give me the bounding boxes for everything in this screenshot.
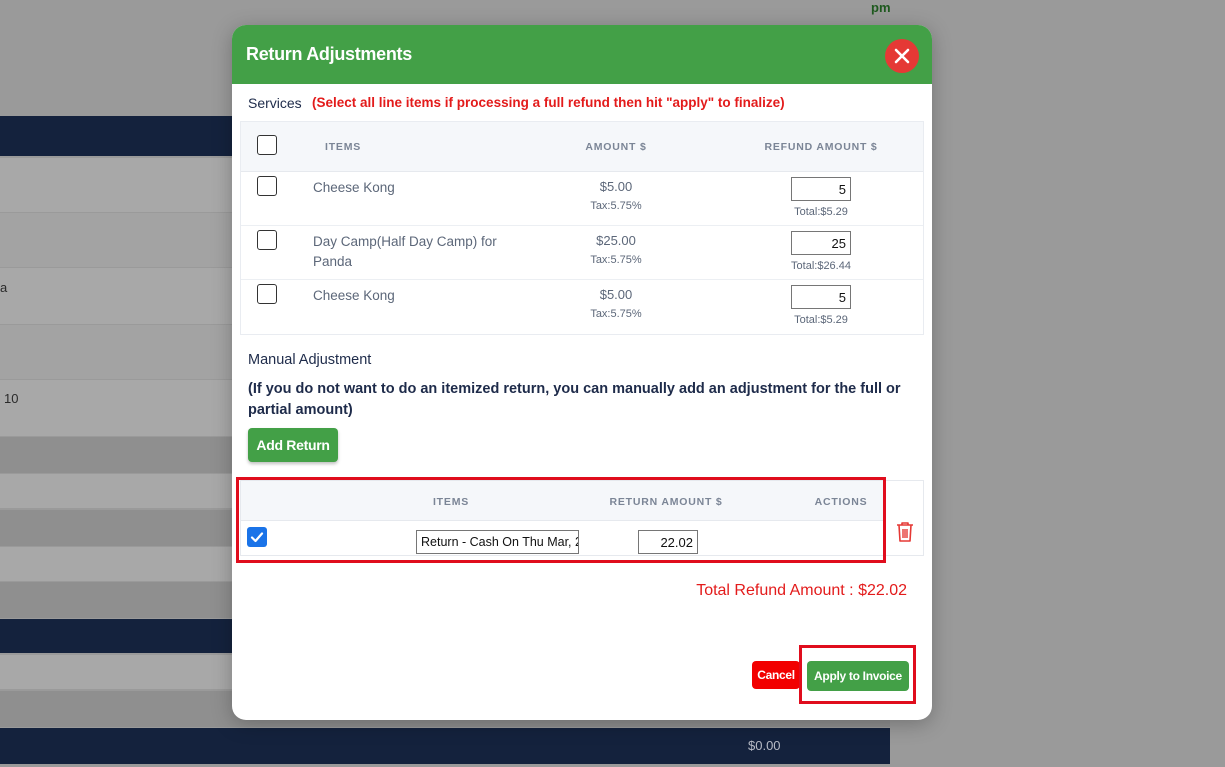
return-adjustments-modal: Return Adjustments Services (Select all … xyxy=(232,25,932,720)
item-tax: Tax:5.75% xyxy=(590,200,642,212)
manual-adjustment-title: Manual Adjustment xyxy=(248,352,372,368)
item-amount: $5.00 xyxy=(599,287,633,302)
bg-row-text: 10 xyxy=(4,391,19,406)
item-name: Cheese Kong xyxy=(313,180,395,195)
table-row: Cheese Kong $5.00 Tax:5.75% Total:$5.29 xyxy=(241,172,923,226)
item-amount: $5.00 xyxy=(599,179,633,194)
column-header-refund-amount: REFUND AMOUNT $ xyxy=(764,141,878,153)
total-refund-amount: Total Refund Amount : $22.02 xyxy=(696,582,907,599)
column-header-amount: AMOUNT $ xyxy=(585,141,647,153)
table-row: Cheese Kong $5.00 Tax:5.75% Total:$5.29 xyxy=(241,280,923,334)
item-name: Cheese Kong xyxy=(313,288,395,303)
table-row: Day Camp(Half Day Camp) for Panda $25.00… xyxy=(241,226,923,280)
refund-amount-input[interactable] xyxy=(791,231,851,255)
bg-footer-amount: $0.00 xyxy=(748,738,781,753)
row-checkbox[interactable] xyxy=(257,176,277,196)
close-icon xyxy=(894,48,910,64)
services-label: Services xyxy=(248,95,302,111)
column-header-items: ITEMS xyxy=(325,141,362,153)
bg-row-text: a xyxy=(0,280,8,295)
row-checkbox[interactable] xyxy=(257,284,277,304)
item-tax: Tax:5.75% xyxy=(590,254,642,266)
services-table-header: ITEMS AMOUNT $ REFUND AMOUNT $ xyxy=(241,122,923,172)
add-return-button[interactable]: Add Return xyxy=(248,428,338,462)
return-actions-cell xyxy=(886,480,924,556)
bg-corner-text: pm xyxy=(871,0,891,15)
refund-total: Total:$5.29 xyxy=(794,206,848,218)
modal-title: Return Adjustments xyxy=(246,44,412,64)
cancel-button[interactable]: Cancel xyxy=(752,661,800,689)
refund-amount-input[interactable] xyxy=(791,177,851,201)
item-name: Day Camp(Half Day Camp) for Panda xyxy=(313,234,497,269)
select-all-checkbox[interactable] xyxy=(257,135,277,155)
apply-button-highlight xyxy=(799,645,916,704)
close-button[interactable] xyxy=(885,39,919,73)
trash-icon[interactable] xyxy=(896,521,914,543)
refund-total: Total:$5.29 xyxy=(794,314,848,326)
manual-adjustment-description: (If you do not want to do an itemized re… xyxy=(248,381,901,418)
return-row-highlight xyxy=(236,477,886,563)
refund-total: Total:$26.44 xyxy=(791,260,851,272)
services-table: ITEMS AMOUNT $ REFUND AMOUNT $ Cheese Ko… xyxy=(240,121,924,335)
refund-amount-input[interactable] xyxy=(791,285,851,309)
item-amount: $25.00 xyxy=(596,233,636,248)
modal-header: Return Adjustments xyxy=(232,25,932,84)
item-tax: Tax:5.75% xyxy=(590,308,642,320)
row-checkbox[interactable] xyxy=(257,230,277,250)
services-note: (Select all line items if processing a f… xyxy=(312,95,785,110)
